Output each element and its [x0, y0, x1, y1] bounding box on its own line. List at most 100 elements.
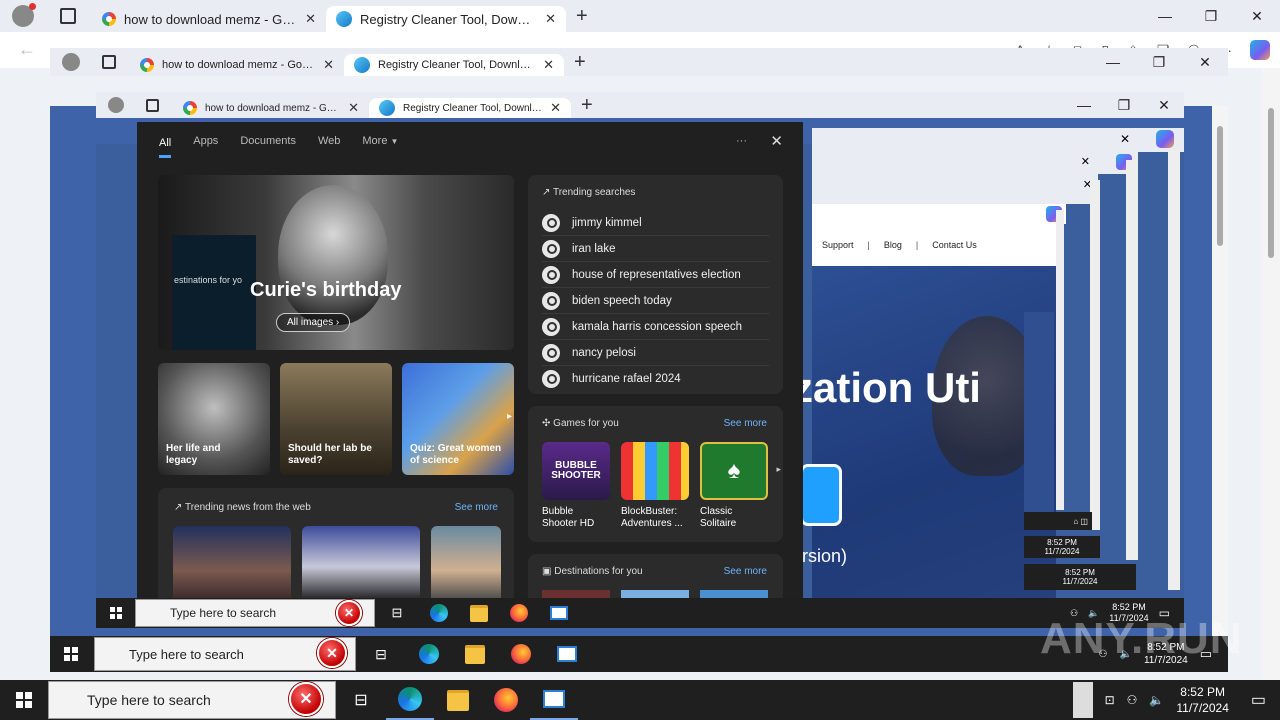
- chevron-right-icon[interactable]: ▸: [507, 411, 512, 422]
- tab-google[interactable]: how to download memz - Googl ✕: [130, 54, 344, 76]
- trending-item[interactable]: iran lake: [542, 236, 769, 262]
- minimize-button[interactable]: —: [1064, 92, 1104, 118]
- edge-taskbar-button[interactable]: [386, 680, 434, 720]
- games-see-more-link[interactable]: See more: [724, 418, 767, 429]
- close-button[interactable]: ✕: [1234, 0, 1280, 32]
- tab-web[interactable]: Web: [318, 135, 340, 147]
- minimize-button[interactable]: —: [1090, 48, 1136, 76]
- firefox-taskbar-button[interactable]: [499, 604, 539, 622]
- taskbar-search-box[interactable]: Type here to search ✕: [135, 599, 375, 627]
- trending-item[interactable]: kamala harris concession speech: [542, 314, 769, 340]
- notifications-icon[interactable]: ▭: [1251, 690, 1266, 710]
- tab-documents[interactable]: Documents: [240, 135, 296, 147]
- close-tab-icon[interactable]: ✕: [545, 11, 556, 27]
- show-hidden-icons[interactable]: [1072, 682, 1093, 718]
- taskbar-search-box[interactable]: Type here to search ✕: [48, 681, 336, 719]
- clock[interactable]: 8:52 PM 11/7/2024: [1176, 684, 1229, 716]
- close-button[interactable]: ✕: [1120, 132, 1130, 146]
- tab-registry-cleaner[interactable]: Registry Cleaner Tool, Download ✕: [369, 98, 571, 118]
- close-button[interactable]: ✕: [770, 132, 783, 150]
- nav-support[interactable]: Support: [822, 240, 854, 250]
- taskbar-search-box[interactable]: Type here to search ✕: [94, 637, 356, 671]
- file-explorer-taskbar-button[interactable]: [434, 689, 482, 711]
- scrollbar[interactable]: [1126, 160, 1138, 560]
- edge-taskbar-button[interactable]: [419, 604, 459, 622]
- profile-icon[interactable]: [62, 53, 80, 71]
- chevron-right-icon[interactable]: ▸: [776, 464, 781, 475]
- copilot-icon[interactable]: [1250, 40, 1270, 60]
- trending-item[interactable]: hurricane rafael 2024: [542, 366, 769, 391]
- tab-actions-icon[interactable]: [146, 98, 159, 112]
- trending-item[interactable]: nancy pelosi: [542, 340, 769, 366]
- copilot-icon[interactable]: [1156, 130, 1174, 148]
- close-button[interactable]: ✕: [1182, 48, 1228, 76]
- news-photo[interactable]: [431, 526, 501, 600]
- tab-apps[interactable]: Apps: [193, 135, 218, 147]
- maximize-button[interactable]: ❐: [1188, 0, 1234, 32]
- file-explorer-taskbar-button[interactable]: [459, 604, 499, 622]
- task-view-icon[interactable]: ⊟: [356, 646, 406, 663]
- trending-item[interactable]: jimmy kimmel: [542, 210, 769, 236]
- edge-taskbar-button[interactable]: [406, 644, 452, 664]
- close-tab-icon[interactable]: ✕: [305, 11, 316, 27]
- volume-icon[interactable]: 🔈: [1149, 693, 1164, 707]
- close-tab-icon[interactable]: ✕: [550, 100, 561, 116]
- tab-actions-icon[interactable]: [102, 55, 116, 69]
- app-taskbar-button[interactable]: [539, 606, 579, 620]
- news-photo[interactable]: [302, 526, 420, 600]
- trending-item[interactable]: house of representatives election: [542, 262, 769, 288]
- new-tab-button[interactable]: +: [564, 51, 596, 74]
- tile-life-legacy[interactable]: Her life and legacy: [158, 363, 270, 475]
- scrollbar[interactable]: [1056, 210, 1064, 510]
- game-name[interactable]: Bubble Shooter HD: [542, 506, 610, 530]
- tab-actions-icon[interactable]: [60, 8, 76, 24]
- close-tab-icon[interactable]: ✕: [323, 57, 334, 73]
- bubble-shooter-icon[interactable]: BUBBLE SHOOTER: [542, 442, 610, 500]
- app-taskbar-button[interactable]: [530, 680, 578, 720]
- news-photo[interactable]: [173, 526, 291, 600]
- maximize-button[interactable]: ❐: [1136, 48, 1182, 76]
- all-images-button[interactable]: All images ›: [276, 313, 351, 332]
- task-view-icon[interactable]: ⊟: [375, 605, 419, 621]
- tab-all[interactable]: All: [159, 125, 172, 158]
- scrollbar[interactable]: [1212, 106, 1228, 638]
- close-button[interactable]: ✕: [1081, 155, 1090, 168]
- network-icon[interactable]: ⚇: [1127, 693, 1138, 707]
- battery-icon[interactable]: ⊡: [1105, 693, 1115, 707]
- nav-blog[interactable]: Blog: [884, 240, 902, 250]
- close-tab-icon[interactable]: ✕: [543, 57, 554, 73]
- tab-google[interactable]: how to download memz - Googl ✕: [173, 98, 369, 118]
- blockbuster-icon[interactable]: [621, 442, 689, 500]
- hero-card[interactable]: estinations for yo Curie's birthday All …: [158, 175, 514, 350]
- tile-quiz[interactable]: Quiz: Great women of science ▸: [402, 363, 514, 475]
- new-tab-button[interactable]: +: [566, 5, 598, 28]
- scrollbar[interactable]: [1262, 68, 1280, 680]
- file-explorer-taskbar-button[interactable]: [452, 644, 498, 664]
- tile-lab[interactable]: Should her lab be saved?: [280, 363, 392, 475]
- tab-google[interactable]: how to download memz - Googl ✕: [92, 6, 326, 32]
- solitaire-icon[interactable]: ♠: [700, 442, 768, 500]
- new-tab-button[interactable]: +: [571, 94, 603, 117]
- tab-registry-cleaner[interactable]: Registry Cleaner Tool, Download ✕: [344, 54, 564, 76]
- trending-item[interactable]: biden speech today: [542, 288, 769, 314]
- task-view-icon[interactable]: ⊟: [336, 690, 386, 710]
- tab-registry-cleaner[interactable]: Registry Cleaner Tool, Download ✕: [326, 6, 566, 32]
- maximize-button[interactable]: ❐: [1104, 92, 1144, 118]
- profile-icon[interactable]: [12, 3, 36, 27]
- profile-icon[interactable]: [108, 97, 124, 113]
- news-see-more-link[interactable]: See more: [455, 502, 498, 513]
- minimize-button[interactable]: —: [1142, 0, 1188, 32]
- game-name[interactable]: Classic Solitaire: [700, 506, 768, 530]
- close-button[interactable]: ✕: [1144, 92, 1184, 118]
- start-button[interactable]: [64, 647, 78, 661]
- firefox-taskbar-button[interactable]: [498, 644, 544, 664]
- scrollbar[interactable]: [1168, 150, 1180, 590]
- more-options-button[interactable]: ···: [736, 135, 747, 147]
- firefox-taskbar-button[interactable]: [482, 688, 530, 712]
- destinations-see-more-link[interactable]: See more: [724, 566, 767, 577]
- nav-contact[interactable]: Contact Us: [932, 240, 977, 250]
- app-taskbar-button[interactable]: [544, 646, 590, 662]
- game-name[interactable]: BlockBuster: Adventures ...: [621, 506, 689, 530]
- start-button[interactable]: [16, 692, 32, 708]
- start-button[interactable]: [110, 607, 122, 619]
